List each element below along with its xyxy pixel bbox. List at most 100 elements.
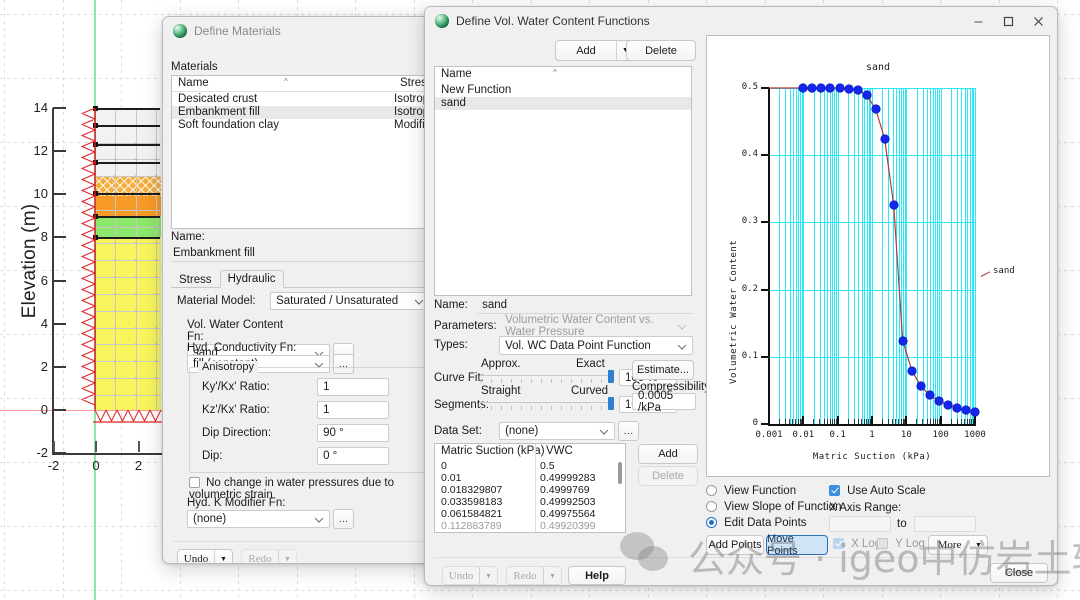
hyd-k-modifier-browse-button[interactable]: …: [333, 509, 355, 529]
list-item[interactable]: New Function: [435, 84, 691, 97]
y-log-row[interactable]: Y Log: [877, 538, 925, 550]
y-log-checkbox[interactable]: [877, 538, 888, 549]
chevron-down-icon[interactable]: ▼: [970, 536, 987, 554]
chart-data-point[interactable]: [916, 382, 925, 391]
table-row[interactable]: Embankment fillIsotropic E: [172, 106, 435, 119]
material-tabs[interactable]: Stress Hydraulic: [171, 269, 435, 288]
chevron-down-icon[interactable]: ▼: [479, 567, 497, 584]
add-points-button[interactable]: Add Points: [706, 535, 764, 555]
materials-titlebar[interactable]: Define Materials: [163, 17, 435, 46]
hyd-k-modifier-combo[interactable]: (none): [187, 510, 330, 528]
column-header-name[interactable]: Name: [172, 76, 215, 91]
kz-kx-field[interactable]: 1: [317, 401, 390, 419]
types-combo[interactable]: Vol. WC Data Point Function: [499, 336, 694, 355]
table-row[interactable]: 0.018329807 0.4999769: [435, 484, 625, 496]
table-scrollbar[interactable]: [618, 462, 622, 484]
segments-slider[interactable]: [481, 397, 614, 410]
slider-thumb[interactable]: [608, 397, 614, 410]
curve-fit-slider[interactable]: [481, 370, 614, 383]
close-button-footer[interactable]: Close: [990, 563, 1048, 583]
chart-data-point[interactable]: [952, 404, 961, 412]
data-set-browse-button[interactable]: ...: [618, 421, 640, 441]
chart-data-point[interactable]: [835, 84, 844, 93]
chart-data-point[interactable]: [880, 134, 889, 143]
x-log-row[interactable]: X Log: [833, 538, 881, 550]
dip-field[interactable]: 0 °: [317, 447, 390, 465]
delete-point-button[interactable]: Delete: [638, 466, 698, 486]
compressibility-field[interactable]: 0.0005 /kPa: [632, 390, 696, 414]
data-set-combo[interactable]: (none): [499, 422, 616, 440]
table-row[interactable]: 0.01 0.49999283: [435, 472, 625, 484]
use-auto-scale-row[interactable]: Use Auto Scale: [829, 485, 926, 497]
tab-hydraulic[interactable]: Hydraulic: [219, 270, 284, 288]
chevron-down-icon[interactable]: ▼: [543, 567, 561, 584]
chart-data-point[interactable]: [853, 86, 862, 95]
chart-data-point[interactable]: [871, 105, 880, 113]
table-row[interactable]: Soft foundation clayModified C: [172, 119, 435, 132]
vwc-titlebar[interactable]: Define Vol. Water Content Functions: [425, 7, 1057, 36]
column-header-matric-suction[interactable]: Matric Suction (kPa): [435, 444, 551, 459]
add-point-button[interactable]: Add: [638, 444, 698, 464]
view-slope-radio-row[interactable]: View Slope of Function: [706, 501, 841, 513]
geometry-view[interactable]: Elevation (m) 14 12 10 8 6 4 2 0 -2 -2 0 2: [0, 0, 180, 600]
chart-data-point[interactable]: [889, 201, 898, 210]
materials-list[interactable]: Name Stress Ma ^ Desicated crustIsotropi…: [171, 75, 435, 229]
help-button[interactable]: Help: [568, 566, 626, 585]
table-row[interactable]: 0.033598183 0.49992503: [435, 496, 625, 508]
define-materials-window[interactable]: Define Materials Materials Name Stress M…: [162, 16, 436, 564]
column-header-function-name[interactable]: Name: [435, 67, 478, 82]
move-points-button[interactable]: Move Points: [766, 533, 828, 557]
chart-data-point[interactable]: [971, 407, 979, 416]
minimize-button[interactable]: [963, 8, 993, 34]
chart-data-point[interactable]: [898, 336, 907, 345]
table-row[interactable]: 0.061584821 0.49975564: [435, 508, 625, 520]
chart-data-point[interactable]: [808, 84, 817, 92]
chart-panel[interactable]: sand 0 0.1 0.2 0.3 0.4 0.5 0.001 0.01 0.1 1 10 100 10…: [706, 35, 1050, 477]
dip-direction-field[interactable]: 90 °: [317, 424, 390, 442]
data-point-table[interactable]: Matric Suction (kPa) VWC 0 0.5 0.01 0.49999…: [434, 443, 626, 533]
table-row[interactable]: 0.112883789 0.49920399: [435, 520, 625, 532]
view-slope-radio[interactable]: [706, 501, 717, 512]
chevron-down-icon[interactable]: ▼: [214, 550, 232, 563]
x-axis-range-to-field[interactable]: [914, 516, 976, 532]
chart-data-point[interactable]: [844, 84, 853, 93]
function-name-field[interactable]: sand: [477, 297, 694, 314]
use-auto-scale-checkbox[interactable]: [829, 485, 840, 496]
material-name-field[interactable]: Embankment fill: [171, 245, 435, 262]
material-model-combo[interactable]: Saturated / Unsaturated: [270, 292, 431, 310]
materials-redo-button[interactable]: Redo ▼: [241, 549, 297, 563]
vwc-redo-button[interactable]: Redo ▼: [506, 566, 562, 585]
function-list[interactable]: Name ^ New Function sand: [434, 66, 692, 296]
add-function-button[interactable]: Add ▼: [555, 40, 635, 61]
view-function-radio[interactable]: [706, 485, 717, 496]
edit-data-points-radio[interactable]: [706, 517, 717, 528]
window-controls[interactable]: [963, 8, 1053, 34]
materials-undo-button[interactable]: Undo ▼: [177, 549, 233, 563]
chart-data-point[interactable]: [799, 84, 808, 92]
soil-layer-embankment-fill[interactable]: [95, 237, 161, 410]
edit-data-points-radio-row[interactable]: Edit Data Points: [706, 517, 807, 529]
chart-data-point[interactable]: [943, 401, 952, 410]
soil-layer-orange[interactable]: [95, 196, 161, 216]
x-log-checkbox[interactable]: [833, 538, 844, 549]
chart-data-point[interactable]: [907, 366, 916, 375]
delete-function-button[interactable]: Delete: [626, 40, 696, 61]
view-function-radio-row[interactable]: View Function: [706, 485, 796, 497]
list-item[interactable]: sand: [435, 97, 691, 110]
no-change-checkbox[interactable]: [189, 477, 200, 488]
chart-data-point[interactable]: [934, 397, 943, 406]
tab-stress[interactable]: Stress: [171, 271, 220, 288]
vwc-undo-button[interactable]: Undo ▼: [442, 566, 498, 585]
chevron-down-icon[interactable]: ▼: [278, 550, 296, 563]
maximize-button[interactable]: [993, 8, 1023, 34]
table-row[interactable]: Desicated crustIsotropic E: [172, 93, 435, 106]
ky-kx-field[interactable]: 1: [317, 378, 390, 396]
slider-thumb[interactable]: [608, 370, 614, 383]
define-vwc-functions-window[interactable]: Define Vol. Water Content Functions Add …: [424, 6, 1058, 586]
more-options-button[interactable]: More ▼: [928, 535, 988, 555]
close-button[interactable]: [1023, 8, 1053, 34]
column-header-vwc[interactable]: VWC: [540, 444, 579, 459]
table-row[interactable]: 0 0.5: [435, 460, 625, 472]
x-axis-range-from-field[interactable]: [829, 516, 891, 532]
estimate-button[interactable]: Estimate...: [632, 360, 694, 380]
